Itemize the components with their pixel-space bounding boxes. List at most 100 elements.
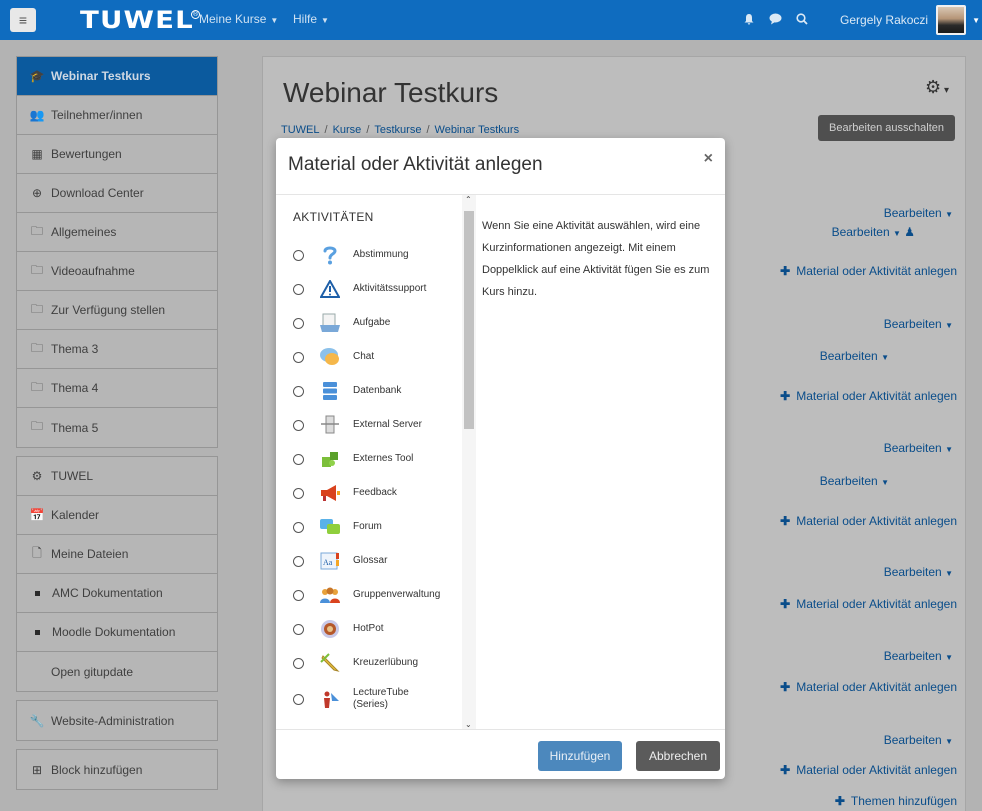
radio-button[interactable] <box>293 351 304 363</box>
radio-button[interactable] <box>293 693 304 705</box>
sidebar-item-allgemeines[interactable]: 🗀 Allgemeines <box>17 213 217 252</box>
add-activity-link[interactable]: ✚ Material oder Aktivität anlegen <box>780 680 957 694</box>
sidebar-item-meine-dateien[interactable]: 🗋 Meine Dateien <box>17 535 217 574</box>
activity-option-abstimmung[interactable]: Abstimmung <box>293 240 409 270</box>
sidebar-item-label: Zur Verfügung stellen <box>51 303 166 317</box>
sidebar-item-download-center[interactable]: ⊕ Download Center <box>17 174 217 213</box>
add-button[interactable]: Hinzufügen <box>538 741 622 771</box>
chevron-up-icon[interactable]: ⌃ <box>465 195 472 204</box>
group-icon <box>319 584 341 606</box>
add-activity-link[interactable]: ✚ Material oder Aktivität anlegen <box>780 763 957 777</box>
menu-meine-kurse[interactable]: Meine Kurse ▼ <box>199 12 278 26</box>
section-edit-menu[interactable]: Bearbeiten ▼ <box>884 649 953 663</box>
search-icon[interactable] <box>796 12 808 28</box>
sidebar-item-webinar-testkurs[interactable]: 🎓 Webinar Testkurs <box>17 57 217 96</box>
activity-option-kreuzeluebung[interactable]: Kreuzerlübung <box>293 648 418 678</box>
sidebar-item-thema-4[interactable]: 🗀 Thema 4 <box>17 369 217 408</box>
folder-icon: 🗀 <box>30 223 43 238</box>
sidebar-item-zur-verfuegung-stellen[interactable]: 🗀 Zur Verfügung stellen <box>17 291 217 330</box>
activity-option-chat[interactable]: Chat <box>293 342 374 372</box>
radio-button[interactable] <box>293 555 304 567</box>
add-activity-link[interactable]: ✚ Material oder Aktivität anlegen <box>780 389 957 403</box>
sidebar-item-label: Download Center <box>51 186 144 200</box>
activity-option-forum[interactable]: Forum <box>293 512 382 542</box>
sidebar-item-website-administration[interactable]: 🔧 Website-Administration <box>17 701 217 740</box>
cancel-button[interactable]: Abbrechen <box>636 741 720 771</box>
chevron-down-icon[interactable]: ⌄ <box>465 720 472 729</box>
scrollbar-thumb[interactable] <box>464 211 474 429</box>
activity-edit-menu[interactable]: Bearbeiten ▼ <box>820 349 889 363</box>
radio-button[interactable] <box>293 657 304 669</box>
radio-button[interactable] <box>293 317 304 329</box>
radio-button[interactable] <box>293 487 304 499</box>
sidebar-item-thema-3[interactable]: 🗀 Thema 3 <box>17 330 217 369</box>
breadcrumb-item[interactable]: TUWEL <box>281 124 320 136</box>
navbar-user-area: Gergely Rakoczi ▼ <box>743 0 982 40</box>
database-icon <box>319 380 341 402</box>
caret-down-icon[interactable]: ▼ <box>972 16 980 25</box>
menu-hilfe[interactable]: Hilfe ▼ <box>293 12 329 26</box>
close-icon[interactable]: × <box>704 150 713 168</box>
activity-option-externes-tool[interactable]: Externes Tool <box>293 444 413 474</box>
activity-option-lecturetube[interactable]: LectureTube (Series) <box>293 684 433 714</box>
plus-icon: ✚ <box>834 794 845 808</box>
section-edit-menu[interactable]: Bearbeiten ▼ ♟ <box>832 225 915 239</box>
sidebar-item-tuwel[interactable]: ⚙ TUWEL <box>17 457 217 496</box>
radio-button[interactable] <box>293 589 304 601</box>
section-edit-menu[interactable]: Bearbeiten ▼ <box>884 317 953 331</box>
sidebar-item-block-hinzufuegen[interactable]: ⊞ Block hinzufügen <box>17 750 217 789</box>
edit-mode-toggle-button[interactable]: Bearbeiten ausschalten <box>818 115 955 141</box>
activity-edit-menu[interactable]: Bearbeiten ▼ <box>820 474 889 488</box>
activity-list-scrollbar[interactable]: ⌃ ⌄ <box>462 195 476 729</box>
sidebar-item-teilnehmer[interactable]: 👥 Teilnehmer/innen <box>17 96 217 135</box>
breadcrumb-item[interactable]: Testkurse <box>374 124 421 136</box>
sidebar-item-videoaufnahme[interactable]: 🗀 Videoaufnahme <box>17 252 217 291</box>
radio-button[interactable] <box>293 623 304 635</box>
breadcrumb-item[interactable]: Webinar Testkurs <box>435 124 520 136</box>
sidebar-item-label: Webinar Testkurs <box>51 69 151 83</box>
glossary-icon: Aa <box>319 550 341 572</box>
caret-down-icon: ▼ <box>945 445 953 454</box>
radio-button[interactable] <box>293 521 304 533</box>
sidebar-item-moodle-dokumentation[interactable]: Moodle Dokumentation <box>17 613 217 652</box>
sidebar-toggle-button[interactable]: ≡ <box>10 8 36 32</box>
sidebar-group-course: 🎓 Webinar Testkurs 👥 Teilnehmer/innen ▦ … <box>16 56 218 448</box>
add-activity-link[interactable]: ✚ Material oder Aktivität anlegen <box>780 597 957 611</box>
radio-button[interactable] <box>293 385 304 397</box>
section-edit-menu[interactable]: Bearbeiten ▼ <box>884 441 953 455</box>
radio-button[interactable] <box>293 249 304 261</box>
user-name[interactable]: Gergely Rakoczi <box>840 13 928 27</box>
bell-icon[interactable] <box>743 13 755 28</box>
activity-option-hotpot[interactable]: HotPot <box>293 614 384 644</box>
sidebar-item-amc-dokumentation[interactable]: AMC Dokumentation <box>17 574 217 613</box>
add-activity-link[interactable]: ✚ Material oder Aktivität anlegen <box>780 514 957 528</box>
brand-logo[interactable]: TUWEL ® <box>80 5 201 35</box>
activity-label: Aufgabe <box>353 317 391 328</box>
radio-button[interactable] <box>293 283 304 295</box>
breadcrumb-item[interactable]: Kurse <box>333 124 362 136</box>
sidebar-item-bewertungen[interactable]: ▦ Bewertungen <box>17 135 217 174</box>
add-topics-link[interactable]: ✚ Themen hinzufügen <box>835 794 957 808</box>
activity-option-feedback[interactable]: Feedback <box>293 478 397 508</box>
section-edit-menu[interactable]: Bearbeiten ▼ <box>884 733 953 747</box>
activity-chooser-dialog: Material oder Aktivität anlegen × AKTIVI… <box>276 138 725 779</box>
activity-option-aufgabe[interactable]: Aufgabe <box>293 308 390 338</box>
sidebar-item-open-gitupdate[interactable]: Open gitupdate <box>17 652 217 691</box>
add-activity-link[interactable]: ✚ Material oder Aktivität anlegen <box>780 264 957 278</box>
user-avatar[interactable] <box>936 5 967 35</box>
activity-option-datenbank[interactable]: Datenbank <box>293 376 401 406</box>
section-edit-menu[interactable]: Bearbeiten ▼ <box>884 206 953 220</box>
plus-icon: ✚ <box>780 514 791 528</box>
activity-option-external-server[interactable]: External Server <box>293 410 422 440</box>
gear-icon[interactable]: ⚙ ▾ <box>925 77 949 98</box>
activity-option-gruppenverwaltung[interactable]: Gruppenverwaltung <box>293 580 440 610</box>
activity-option-aktivitaetssupport[interactable]: Aktivitätssupport <box>293 274 426 304</box>
chat-icon[interactable] <box>769 13 782 28</box>
radio-button[interactable] <box>293 453 304 465</box>
activity-option-glossar[interactable]: Aa Glossar <box>293 546 387 576</box>
section-edit-menu[interactable]: Bearbeiten ▼ <box>884 565 953 579</box>
sidebar-item-kalender[interactable]: 📅 Kalender <box>17 496 217 535</box>
sidebar-group-site: ⚙ TUWEL 📅 Kalender 🗋 Meine Dateien AMC D… <box>16 456 218 692</box>
radio-button[interactable] <box>293 419 304 431</box>
sidebar-item-thema-5[interactable]: 🗀 Thema 5 <box>17 408 217 447</box>
